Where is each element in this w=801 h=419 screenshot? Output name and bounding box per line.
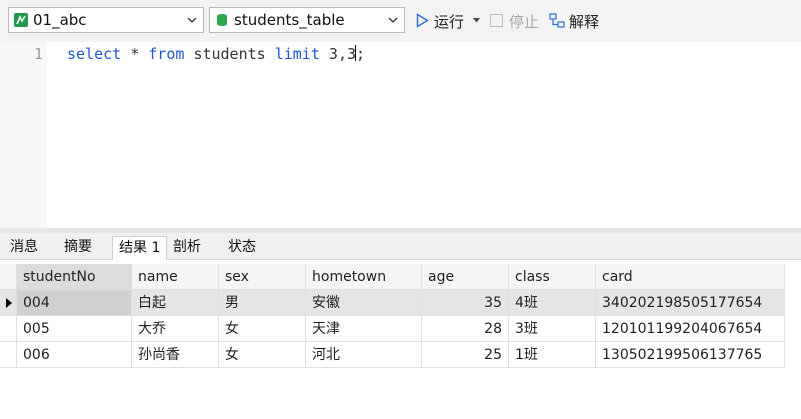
row-selector[interactable] xyxy=(0,316,17,342)
column-header[interactable]: card xyxy=(596,264,785,290)
toolbar: 01_abc students_table 运行 停止 解释 xyxy=(0,0,801,42)
chevron-down-icon xyxy=(388,17,398,23)
table-cell[interactable]: 天津 xyxy=(306,316,422,342)
tab-result-1[interactable]: 结果 1 xyxy=(112,236,168,260)
table-cell[interactable]: 120101199204067654 xyxy=(596,316,785,342)
table-select[interactable]: students_table xyxy=(209,7,405,33)
stop-button[interactable]: 停止 xyxy=(489,11,541,31)
table-cell[interactable]: 28 xyxy=(422,316,509,342)
database-icon xyxy=(217,14,227,26)
column-header[interactable]: age xyxy=(422,264,509,290)
chevron-down-icon xyxy=(187,17,197,23)
stop-icon xyxy=(490,14,503,27)
line-number: 1 xyxy=(33,45,43,63)
column-header[interactable]: name xyxy=(132,264,219,290)
table-cell[interactable]: 男 xyxy=(219,290,306,316)
table-cell[interactable]: 35 xyxy=(422,290,509,316)
connection-icon xyxy=(14,13,28,27)
table-cell[interactable]: 大乔 xyxy=(132,316,219,342)
table-cell[interactable]: 白起 xyxy=(132,290,219,316)
table-cell[interactable]: 130502199506137765 xyxy=(596,342,785,368)
tab-summary[interactable]: 摘要 xyxy=(58,236,98,259)
line-gutter: 1 xyxy=(0,42,47,228)
result-tabs: 消息 摘要 结果 1 剖析 状态 xyxy=(0,233,801,260)
table-cell[interactable]: 孙尚香 xyxy=(132,342,219,368)
table-cell[interactable]: 安徽 xyxy=(306,290,422,316)
run-label: 运行 xyxy=(434,13,465,31)
keyword-limit: limit xyxy=(274,45,320,63)
column-header[interactable]: sex xyxy=(219,264,306,290)
table-row[interactable]: 004 白起 男 安徽 35 4班 340202198505177654 xyxy=(0,290,785,316)
table-cell[interactable]: 004 xyxy=(17,290,132,316)
run-button[interactable]: 运行 xyxy=(414,11,484,31)
table-cell[interactable]: 女 xyxy=(219,342,306,368)
connection-select[interactable]: 01_abc xyxy=(8,7,204,33)
column-header[interactable]: hometown xyxy=(306,264,422,290)
tab-status[interactable]: 状态 xyxy=(222,236,262,259)
column-header[interactable]: studentNo xyxy=(17,264,132,290)
table-cell[interactable]: 1班 xyxy=(509,342,596,368)
table-row[interactable]: 005 大乔 女 天津 28 3班 120101199204067654 xyxy=(0,316,785,342)
row-selector[interactable] xyxy=(0,290,17,316)
table-cell[interactable]: 005 xyxy=(17,316,132,342)
explain-label: 解释 xyxy=(569,13,600,31)
stop-label: 停止 xyxy=(509,13,540,31)
table-cell[interactable]: 女 xyxy=(219,316,306,342)
limit-offset: 3 xyxy=(328,45,338,63)
tab-messages[interactable]: 消息 xyxy=(4,236,44,259)
tab-profile[interactable]: 剖析 xyxy=(167,236,207,259)
table-token: students xyxy=(193,45,266,63)
play-icon xyxy=(416,13,429,28)
connection-label: 01_abc xyxy=(33,11,87,29)
table-cell[interactable]: 340202198505177654 xyxy=(596,290,785,316)
table-row[interactable]: 006 孙尚香 女 河北 25 1班 130502199506137765 xyxy=(0,342,785,368)
keyword-select: select xyxy=(67,45,122,63)
explain-icon xyxy=(549,13,565,28)
table-cell[interactable]: 006 xyxy=(17,342,132,368)
explain-button[interactable]: 解释 xyxy=(549,11,604,31)
semicolon-token: ; xyxy=(356,45,366,63)
row-header-corner xyxy=(0,264,17,290)
header-row: studentNo name sex hometown age class ca… xyxy=(0,264,785,290)
table-cell[interactable]: 4班 xyxy=(509,290,596,316)
code-line[interactable]: select * from students limit 3,3; xyxy=(67,45,365,63)
table-cell[interactable]: 3班 xyxy=(509,316,596,342)
comma-token: , xyxy=(337,45,347,63)
sql-editor[interactable]: 1 select * from students limit 3,3; xyxy=(0,42,801,228)
table-cell[interactable]: 河北 xyxy=(306,342,422,368)
row-selector[interactable] xyxy=(0,342,17,368)
table-label: students_table xyxy=(234,11,345,29)
keyword-from: from xyxy=(148,45,185,63)
current-row-arrow-icon xyxy=(6,298,12,308)
column-header[interactable]: class xyxy=(509,264,596,290)
star-token: * xyxy=(130,45,140,63)
table-cell[interactable]: 25 xyxy=(422,342,509,368)
dropdown-arrow-icon[interactable] xyxy=(473,18,480,23)
